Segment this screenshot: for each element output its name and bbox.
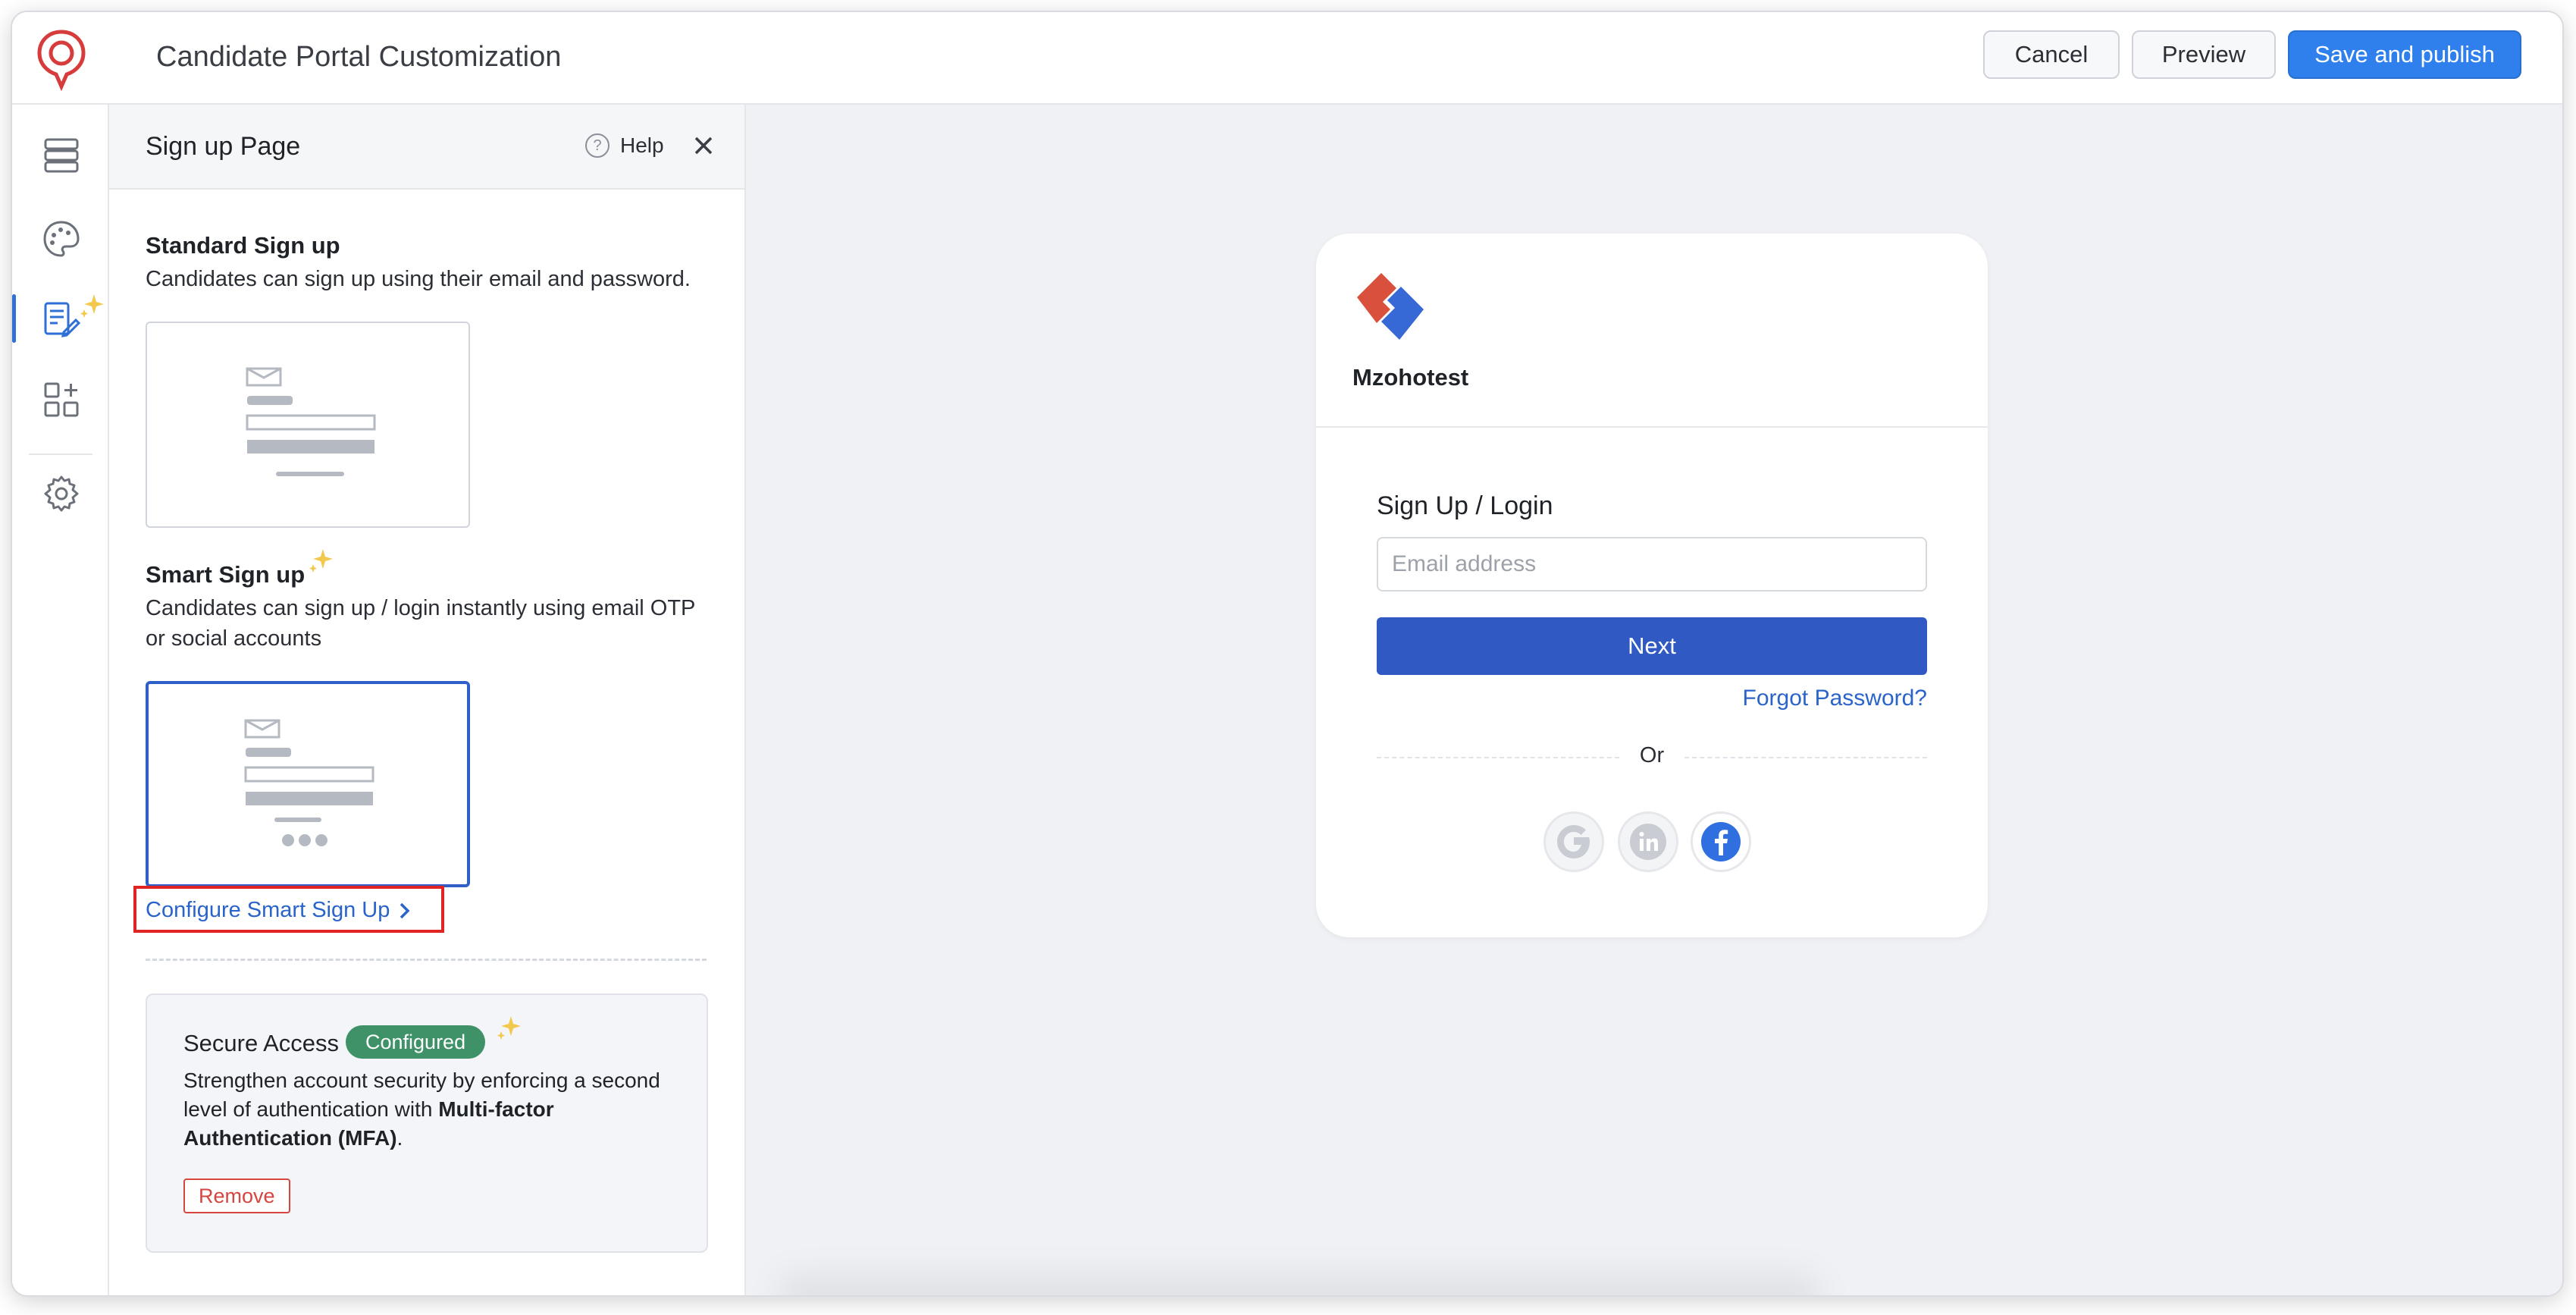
help-icon: ? <box>585 133 610 158</box>
top-bar: Candidate Portal Customization Cancel Pr… <box>12 12 2562 105</box>
standard-signup-description: Candidates can sign up using their email… <box>146 267 691 291</box>
linkedin-icon <box>1630 824 1666 860</box>
widgets-add-icon[interactable] <box>41 379 82 420</box>
secure-access-title: Secure Access <box>183 1030 340 1056</box>
help-label: Help <box>620 133 664 157</box>
secure-desc-end: . <box>396 1126 403 1150</box>
standard-signup-preview-illustration <box>246 367 376 476</box>
signup-preview-card: Mzohotest Sign Up / Login Next Forgot Pa… <box>1316 234 1988 937</box>
or-divider-right <box>1684 757 1927 758</box>
save-and-publish-button[interactable]: Save and publish <box>2288 30 2521 79</box>
linkedin-login-button[interactable] <box>1618 811 1678 872</box>
gear-icon[interactable] <box>41 473 82 514</box>
brand-name: Mzohotest <box>1352 364 1469 391</box>
panel-title: Sign up Page <box>146 132 301 161</box>
app-window: Candidate Portal Customization Cancel Pr… <box>11 11 2564 1297</box>
google-login-button[interactable] <box>1543 811 1604 872</box>
layout-icon[interactable] <box>41 135 82 176</box>
remove-button[interactable]: Remove <box>183 1178 290 1213</box>
secure-desc-text: Strengthen account security by enforcing… <box>183 1069 660 1121</box>
standard-signup-title: Standard Sign up <box>146 232 340 259</box>
forgot-password-link[interactable]: Forgot Password? <box>1743 686 1927 711</box>
smart-signup-description: Candidates can sign up / login instantly… <box>146 596 695 651</box>
configure-smart-signup-link[interactable]: Configure Smart Sign Up <box>146 898 412 923</box>
configure-smart-signup-label: Configure Smart Sign Up <box>146 898 390 922</box>
rail-active-indicator <box>12 294 16 343</box>
sparkle-icon <box>80 294 104 318</box>
section-divider <box>146 959 707 961</box>
preview-button[interactable]: Preview <box>2132 30 2276 79</box>
chevron-right-icon <box>400 902 410 918</box>
smart-signup-title: Smart Sign up <box>146 561 306 588</box>
palette-icon[interactable] <box>41 218 82 259</box>
preview-scroll-shadow <box>776 1273 1822 1295</box>
close-icon[interactable] <box>688 130 719 161</box>
standard-signup-option[interactable] <box>146 322 470 528</box>
rail-divider <box>29 454 92 455</box>
login-title: Sign Up / Login <box>1377 491 1553 520</box>
secure-access-card: Secure Access Configured Strengthen acco… <box>146 993 708 1253</box>
form-edit-icon[interactable] <box>41 299 82 340</box>
secure-access-description: Strengthen account security by enforcing… <box>183 1066 684 1153</box>
left-icon-rail <box>12 105 109 1295</box>
facebook-icon <box>1701 822 1741 861</box>
google-icon <box>1557 825 1590 858</box>
brand-logo-icon <box>1357 273 1424 340</box>
next-button[interactable]: Next <box>1377 617 1927 675</box>
status-badge: Configured <box>346 1025 486 1059</box>
page-title: Candidate Portal Customization <box>156 41 562 73</box>
sparkle-icon <box>497 1016 521 1040</box>
card-header: Mzohotest <box>1316 234 1988 428</box>
app-logo-icon[interactable] <box>33 27 89 91</box>
cancel-button[interactable]: Cancel <box>1983 30 2120 79</box>
email-input[interactable] <box>1377 537 1927 592</box>
settings-panel: Sign up Page ? Help Standard Sign up Can… <box>109 105 746 1295</box>
or-label: Or <box>1639 743 1665 767</box>
help-button[interactable]: ? Help <box>585 133 664 158</box>
smart-signup-option[interactable] <box>146 681 470 887</box>
smart-signup-preview-illustration <box>244 719 374 846</box>
preview-canvas: Mzohotest Sign Up / Login Next Forgot Pa… <box>746 105 2562 1295</box>
sparkle-icon <box>309 549 333 573</box>
panel-header: Sign up Page ? Help <box>109 105 744 190</box>
facebook-login-button[interactable] <box>1691 811 1751 872</box>
